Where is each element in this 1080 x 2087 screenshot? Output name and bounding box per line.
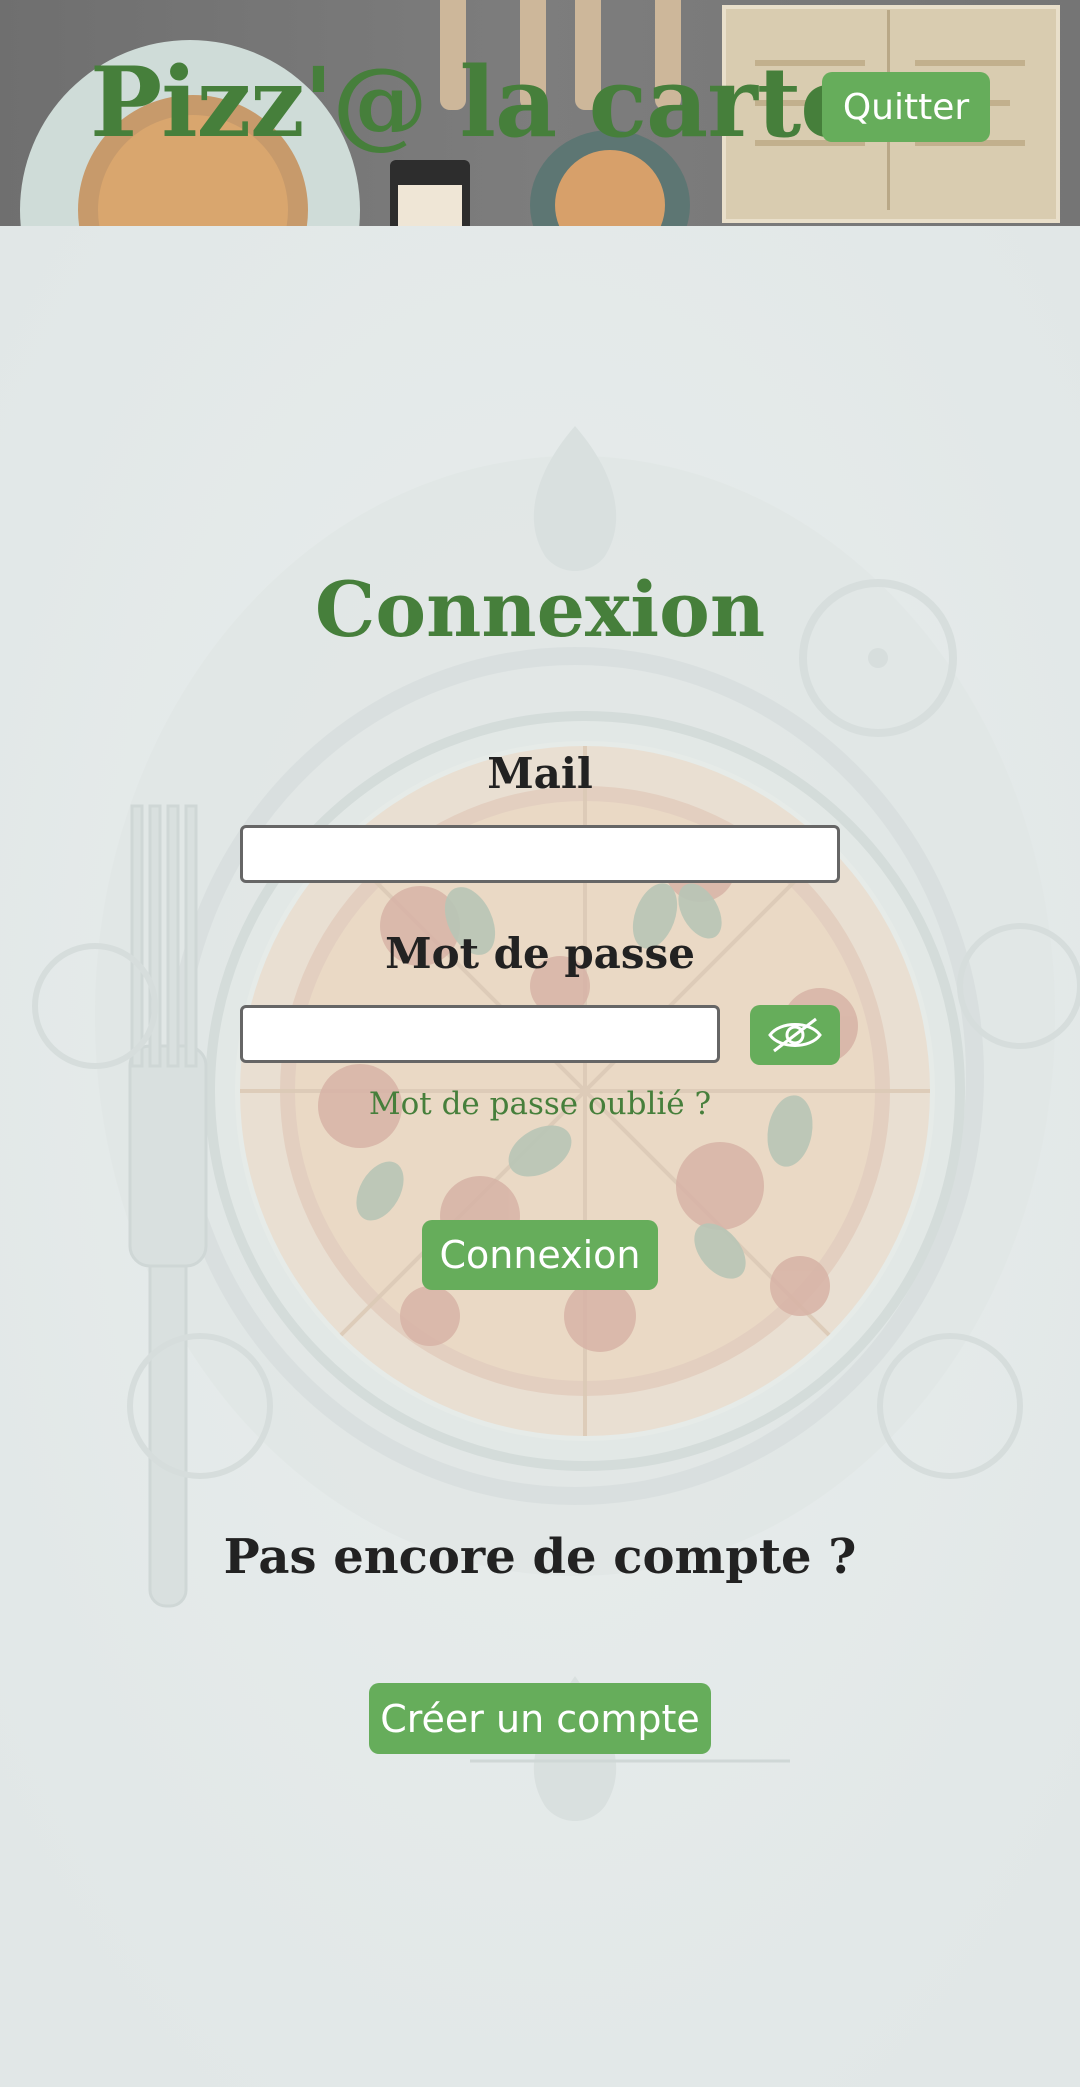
login-heading: Connexion xyxy=(314,565,766,654)
login-button[interactable]: Connexion xyxy=(422,1220,658,1290)
banner-jar-label-image xyxy=(398,185,462,226)
eye-slash-icon xyxy=(768,1017,822,1053)
password-field[interactable] xyxy=(240,1005,720,1063)
header-banner: Pizz'@ la carte Quitter xyxy=(0,0,1080,226)
email-label: Mail xyxy=(487,749,593,798)
quit-button[interactable]: Quitter xyxy=(822,72,990,142)
no-account-prompt: Pas encore de compte ? xyxy=(223,1529,857,1585)
app-title: Pizz'@ la carte xyxy=(90,46,861,159)
password-label: Mot de passe xyxy=(385,929,695,978)
email-field[interactable] xyxy=(240,825,840,883)
toggle-password-visibility-button[interactable] xyxy=(750,1005,840,1065)
banner-menu-line xyxy=(915,60,1025,66)
create-account-button[interactable]: Créer un compte xyxy=(369,1683,711,1754)
forgot-password-link[interactable]: Mot de passe oublié ? xyxy=(0,1084,1080,1124)
background-pizza-illustration xyxy=(0,226,1080,2087)
